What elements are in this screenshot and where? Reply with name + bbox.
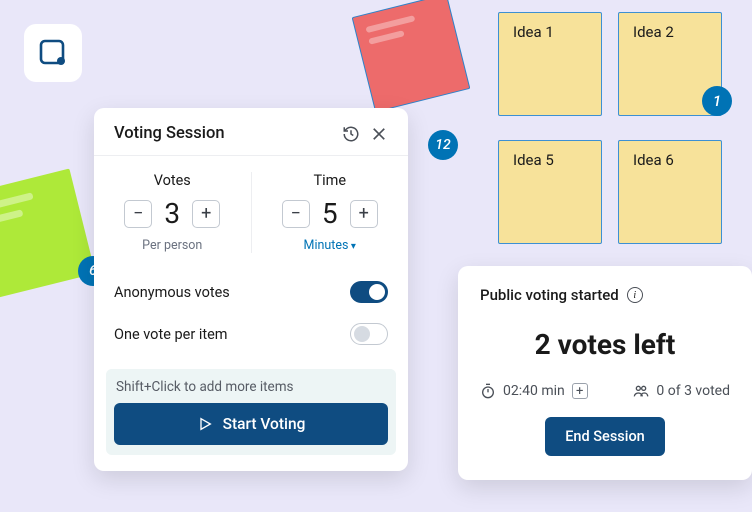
time-decrement[interactable]: − <box>282 200 310 228</box>
vote-progress: 0 of 3 voted <box>656 383 730 399</box>
one-vote-label: One vote per item <box>114 326 228 343</box>
panel-title: Voting Session <box>114 124 225 143</box>
close-icon[interactable] <box>370 125 388 143</box>
start-voting-label: Start Voting <box>223 415 306 433</box>
sticky-note-red[interactable] <box>352 0 471 112</box>
vote-badge: 12 <box>428 130 458 160</box>
status-header: Public voting started <box>480 286 619 304</box>
time-stepper: − 5 + <box>282 197 378 230</box>
idea-grid: Idea 1 Idea 2 Idea 5 Idea 6 <box>498 12 722 244</box>
anonymous-toggle[interactable] <box>350 281 388 303</box>
votes-stepper: − 3 + <box>124 197 220 230</box>
app-logo <box>24 24 82 82</box>
time-unit-dropdown[interactable]: Minutes <box>304 238 356 253</box>
time-label: Time <box>313 172 346 189</box>
add-time-button[interactable]: + <box>572 383 588 399</box>
hint-text: Shift+Click to add more items <box>106 369 396 395</box>
info-icon[interactable]: i <box>627 287 643 303</box>
votes-label: Votes <box>154 172 191 189</box>
one-vote-toggle[interactable] <box>350 323 388 345</box>
votes-value: 3 <box>162 197 182 230</box>
idea-note[interactable]: Idea 6 <box>618 140 722 244</box>
time-increment[interactable]: + <box>350 200 378 228</box>
vote-badge: 1 <box>702 86 732 116</box>
idea-note[interactable]: Idea 5 <box>498 140 602 244</box>
time-remaining: 02:40 min <box>503 383 565 399</box>
voting-session-panel: Voting Session Votes − 3 + Per person Ti… <box>94 108 408 471</box>
voting-status-panel: Public voting started i 2 votes left 02:… <box>458 266 752 480</box>
start-voting-button[interactable]: Start Voting <box>114 403 388 445</box>
time-value: 5 <box>320 197 340 230</box>
votes-left-text: 2 votes left <box>480 328 730 361</box>
history-icon[interactable] <box>342 125 360 143</box>
timer-icon <box>480 383 496 399</box>
votes-decrement[interactable]: − <box>124 200 152 228</box>
votes-increment[interactable]: + <box>192 200 220 228</box>
end-session-button[interactable]: End Session <box>545 417 665 456</box>
anonymous-label: Anonymous votes <box>114 284 230 301</box>
idea-note[interactable]: Idea 1 <box>498 12 602 116</box>
people-icon <box>633 383 649 399</box>
votes-sublabel: Per person <box>142 238 202 253</box>
